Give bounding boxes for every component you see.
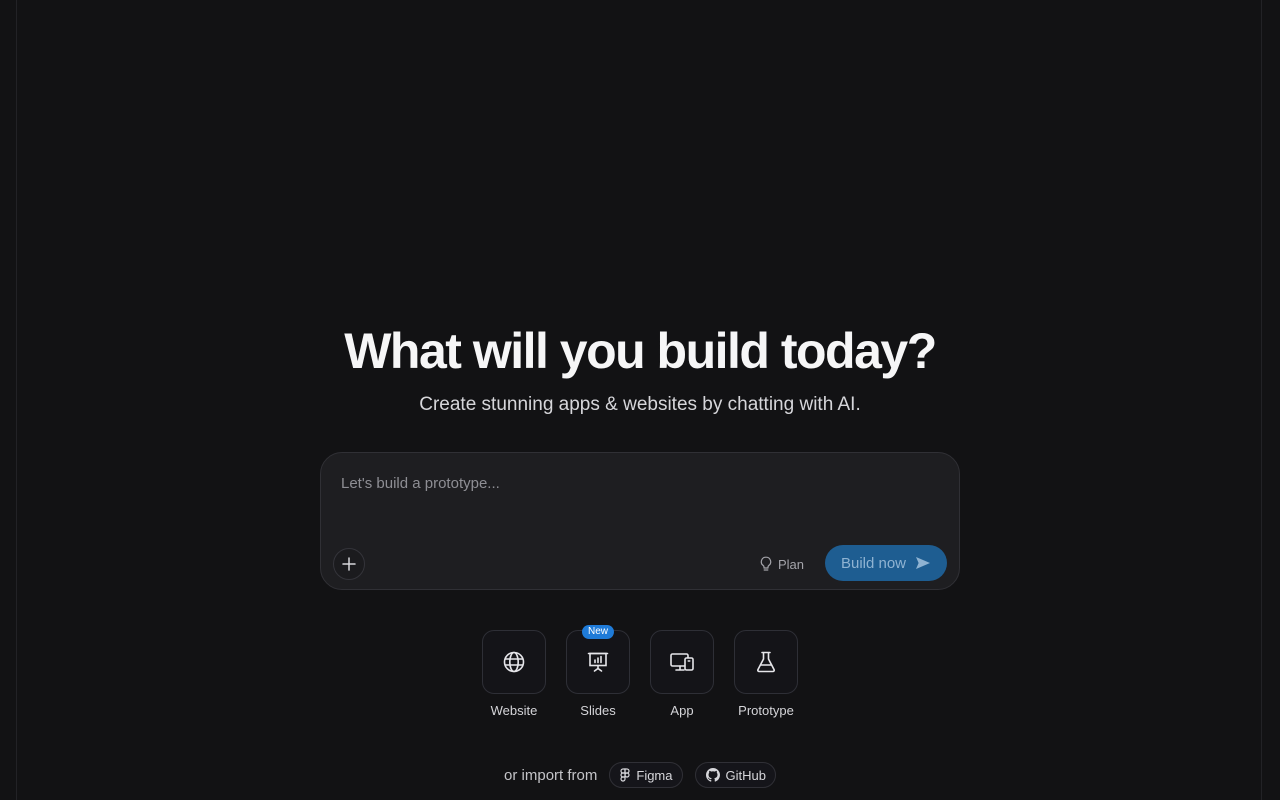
type-tile-slides[interactable]: New xyxy=(566,625,630,694)
type-tile-app[interactable] xyxy=(650,630,714,694)
import-row: or import from Figma GitHub xyxy=(0,762,1280,788)
devices-icon xyxy=(670,653,694,671)
plan-label: Plan xyxy=(778,556,805,572)
type-tile-prototype[interactable] xyxy=(734,630,798,694)
github-label: GitHub xyxy=(725,767,766,783)
type-slides[interactable]: New Slides xyxy=(556,625,640,718)
import-github-button[interactable]: GitHub xyxy=(694,762,776,788)
page-subtitle: Create stunning apps & websites by chatt… xyxy=(419,394,861,415)
type-label: App xyxy=(670,703,694,718)
project-type-selector: Website New Slides App Prototype xyxy=(472,625,808,718)
github-icon xyxy=(705,768,720,782)
globe-icon xyxy=(503,651,525,673)
type-label: Prototype xyxy=(738,703,794,718)
import-label: or import from xyxy=(504,766,598,784)
lightbulb-icon xyxy=(760,556,772,571)
prompt-box: Plan Build now xyxy=(320,452,960,590)
presentation-chart-icon xyxy=(587,652,609,672)
page-title: What will you build today? xyxy=(344,323,937,379)
type-label: Slides xyxy=(580,703,616,718)
type-prototype[interactable]: Prototype xyxy=(724,630,808,718)
prompt-input[interactable] xyxy=(341,475,931,535)
new-badge: New xyxy=(581,625,615,639)
type-website[interactable]: Website xyxy=(472,630,556,718)
build-now-label: Build now xyxy=(840,554,907,572)
plus-icon xyxy=(342,557,356,571)
type-label: Website xyxy=(490,703,538,718)
build-now-button[interactable]: Build now xyxy=(825,545,947,581)
figma-label: Figma xyxy=(636,767,673,783)
type-tile-website[interactable] xyxy=(482,630,546,694)
add-attachment-button[interactable] xyxy=(333,548,365,580)
flask-icon xyxy=(757,651,775,673)
import-figma-button[interactable]: Figma xyxy=(609,762,683,788)
type-app[interactable]: App xyxy=(640,630,724,718)
send-icon xyxy=(916,557,931,569)
figma-icon xyxy=(620,768,630,782)
plan-button[interactable]: Plan xyxy=(759,551,804,577)
